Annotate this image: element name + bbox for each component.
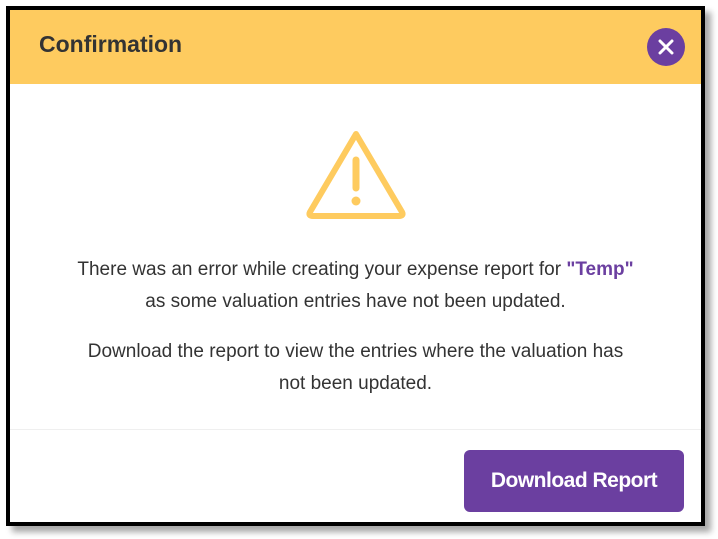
download-report-button[interactable]: Download Report [464,450,684,512]
instruction-message: Download the report to view the entries … [10,336,701,400]
error-message: There was an error while creating your e… [10,254,701,318]
confirmation-dialog: Confirmation There was an error while cr… [10,10,701,522]
close-icon [658,39,674,55]
instruction-line-1: Download the report to view the entries … [87,341,624,362]
error-message-continuation: as some valuation entries have not been … [145,291,566,312]
error-message-text: There was an error while creating your e… [77,259,567,280]
dialog-header: Confirmation [10,10,701,84]
instruction-line-2: not been updated. [278,373,433,394]
dialog-title: Confirmation [39,31,183,57]
close-button[interactable] [647,28,685,66]
dialog-body: There was an error while creating your e… [10,84,701,429]
dialog-footer: Download Report [10,429,701,522]
dialog-frame: Confirmation There was an error while cr… [6,6,705,526]
report-name: "Temp" [566,259,634,280]
warning-triangle-icon [305,131,406,219]
